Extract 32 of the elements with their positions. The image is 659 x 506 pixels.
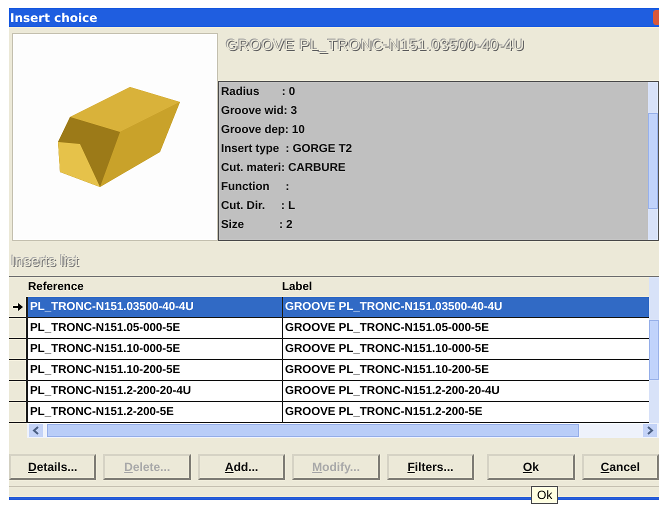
column-header[interactable]: Reference (26, 277, 280, 297)
column-header[interactable]: Label (280, 277, 649, 297)
table-row[interactable]: PL_TRONC-N151.2-200-5E GROOVE PL_TRONC-N151.2-200-5E (9, 402, 649, 423)
tooltip: Ok (531, 486, 558, 504)
dialog-button[interactable]: Filters... (386, 454, 474, 480)
row-pointer-icon (12, 303, 22, 311)
close-button[interactable] (653, 10, 659, 25)
vertical-scrollbar[interactable] (648, 82, 658, 240)
dialog-button[interactable]: Ok (487, 454, 575, 480)
property-line: Groove wid: 3 (221, 104, 298, 119)
table-row[interactable]: PL_TRONC-N151.10-000-5E GROOVE PL_TRONC-N151.10-000-5E (9, 339, 649, 360)
table-row[interactable]: PL_TRONC-N151.03500-40-4U GROOVE PL_TRONC-N151.03500-40-4U (9, 297, 649, 318)
vertical-scrollbar[interactable] (649, 277, 659, 423)
section-title: Inserts list (10, 253, 80, 272)
dialog-button[interactable]: Add... (198, 454, 286, 480)
table-row[interactable]: PL_TRONC-N151.05-000-5E GROOVE PL_TRONC-N151.05-000-5E (9, 318, 649, 339)
property-line: Function : (221, 180, 290, 195)
property-line: Size : 2 (221, 218, 294, 233)
horizontal-scrollbar[interactable] (27, 423, 659, 438)
property-line: Insert type : GORGE T2 (221, 142, 353, 157)
scroll-right-icon[interactable] (643, 424, 657, 437)
property-line: Groove dep: 10 (221, 123, 306, 138)
dialog-button[interactable]: Cancel (582, 454, 659, 480)
table-row[interactable]: PL_TRONC-N151.10-200-5E GROOVE PL_TRONC-N151.10-200-5E (9, 360, 649, 381)
table-row[interactable]: PL_TRONC-N151.2-200-20-4U GROOVE PL_TRONC-N151.2-200-20-4U (9, 381, 649, 402)
property-line: Radius : 0 (221, 85, 296, 100)
dialog-button[interactable]: Details... (9, 454, 96, 480)
property-line: Cut. Dir. : L (221, 199, 296, 214)
property-line: Cut. materi: CARBURE (221, 161, 347, 176)
window-title: Insert choice (10, 10, 98, 24)
scroll-left-icon[interactable] (29, 424, 43, 437)
insert-title: GROOVE PL_TRONC-N151.03500-40-4U (224, 36, 526, 56)
